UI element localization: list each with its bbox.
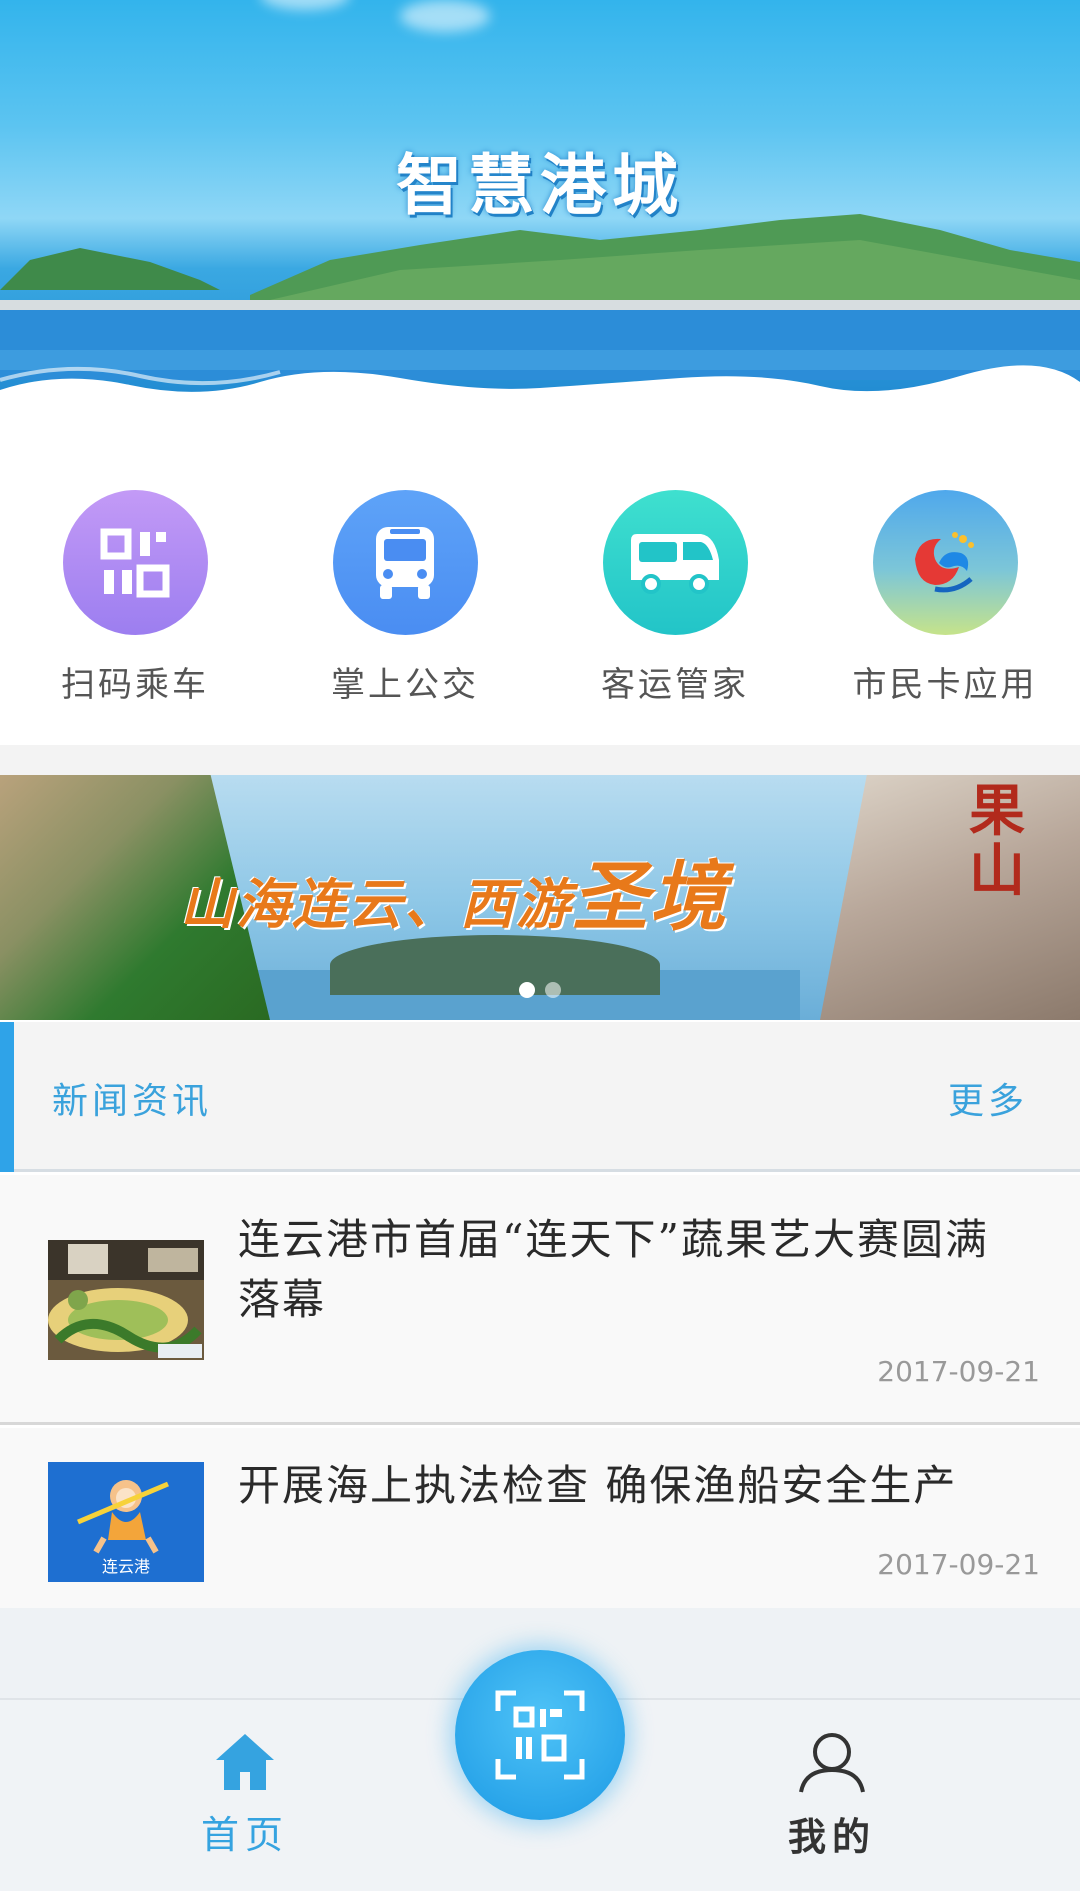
citizen-card-logo-icon [915, 531, 974, 592]
news-date: 2017-09-21 [877, 1548, 1040, 1581]
promo-title-part1: 山海连云、西游 [180, 872, 572, 936]
news-thumbnail: 连云港 [48, 1462, 204, 1582]
hero-cloud [400, 0, 490, 32]
home-icon [216, 1734, 274, 1790]
quick-action-scan-ride[interactable]: 扫码乘车 [0, 490, 270, 706]
nav-mine[interactable]: 我的 [732, 1732, 932, 1861]
coach-bus-icon [631, 533, 719, 594]
news-headline: 开展海上执法检查 确保渔船安全生产 [238, 1461, 958, 1510]
quick-action-bus[interactable]: 掌上公交 [270, 490, 540, 706]
quick-action-label: 客运管家 [601, 665, 749, 705]
quick-action-label: 市民卡应用 [852, 665, 1038, 705]
nav-mine-label: 我的 [787, 1814, 876, 1859]
carousel-dot[interactable] [545, 982, 561, 998]
quick-action-icon-bg [602, 490, 748, 635]
news-date: 2017-09-21 [877, 1355, 1040, 1388]
carousel-dot-active[interactable] [519, 982, 535, 998]
fruit-art-photo [48, 1240, 204, 1360]
nav-home[interactable]: 首页 [145, 1732, 345, 1859]
news-headline: 连云港市首届“连天下”蔬果艺大赛圆满落幕 [238, 1215, 989, 1324]
scan-qr-icon [495, 1690, 585, 1780]
app-screen: 智慧港城 扫码乘车 掌上公交 客运管家 市民卡应用 果山 山海连云、西游圣境 新… [0, 0, 1080, 1891]
quick-action-coach[interactable]: 客运管家 [540, 490, 810, 706]
carousel-indicator [0, 982, 1080, 998]
quick-action-icon-bg [332, 490, 478, 635]
hero-banner: 智慧港城 [0, 0, 1080, 420]
nav-home-label: 首页 [200, 1813, 289, 1857]
quick-actions: 扫码乘车 掌上公交 客运管家 市民卡应用 [0, 420, 1080, 745]
quick-action-label: 掌上公交 [331, 665, 479, 705]
section-divider [0, 745, 1080, 775]
quick-action-label: 扫码乘车 [61, 665, 209, 705]
news-section-header: 新闻资讯 更多 [0, 1022, 1080, 1172]
qr-code-icon [100, 528, 170, 597]
quick-action-icon-bg [872, 490, 1018, 635]
hero-landscape [0, 214, 1080, 420]
lianyungang-mascot: 连云港 [48, 1462, 204, 1582]
user-profile-icon [799, 1733, 865, 1793]
promo-title: 山海连云、西游圣境 [180, 835, 728, 945]
mascot-caption: 连云港 [102, 1557, 150, 1576]
promo-carousel[interactable]: 果山 山海连云、西游圣境 [0, 775, 1080, 1020]
quick-action-citizen-card[interactable]: 市民卡应用 [810, 490, 1080, 706]
news-section-title: 新闻资讯 [52, 1081, 213, 1122]
promo-title-part2: 圣境 [572, 852, 728, 941]
promo-rock-inscription: 果山 [969, 778, 1025, 904]
news-list-item[interactable]: 连云港市首届“连天下”蔬果艺大赛圆满落幕 2017-09-21 [0, 1175, 1080, 1425]
scan-fab-button[interactable] [455, 1650, 625, 1820]
quick-action-icon-bg [62, 490, 208, 635]
news-accent-bar [0, 1022, 14, 1172]
news-thumbnail [48, 1240, 204, 1360]
news-more-link[interactable]: 更多 [948, 1072, 1028, 1124]
news-list-item[interactable]: 连云港 开展海上执法检查 确保渔船安全生产 2017-09-21 [0, 1428, 1080, 1608]
bus-icon [376, 526, 434, 599]
